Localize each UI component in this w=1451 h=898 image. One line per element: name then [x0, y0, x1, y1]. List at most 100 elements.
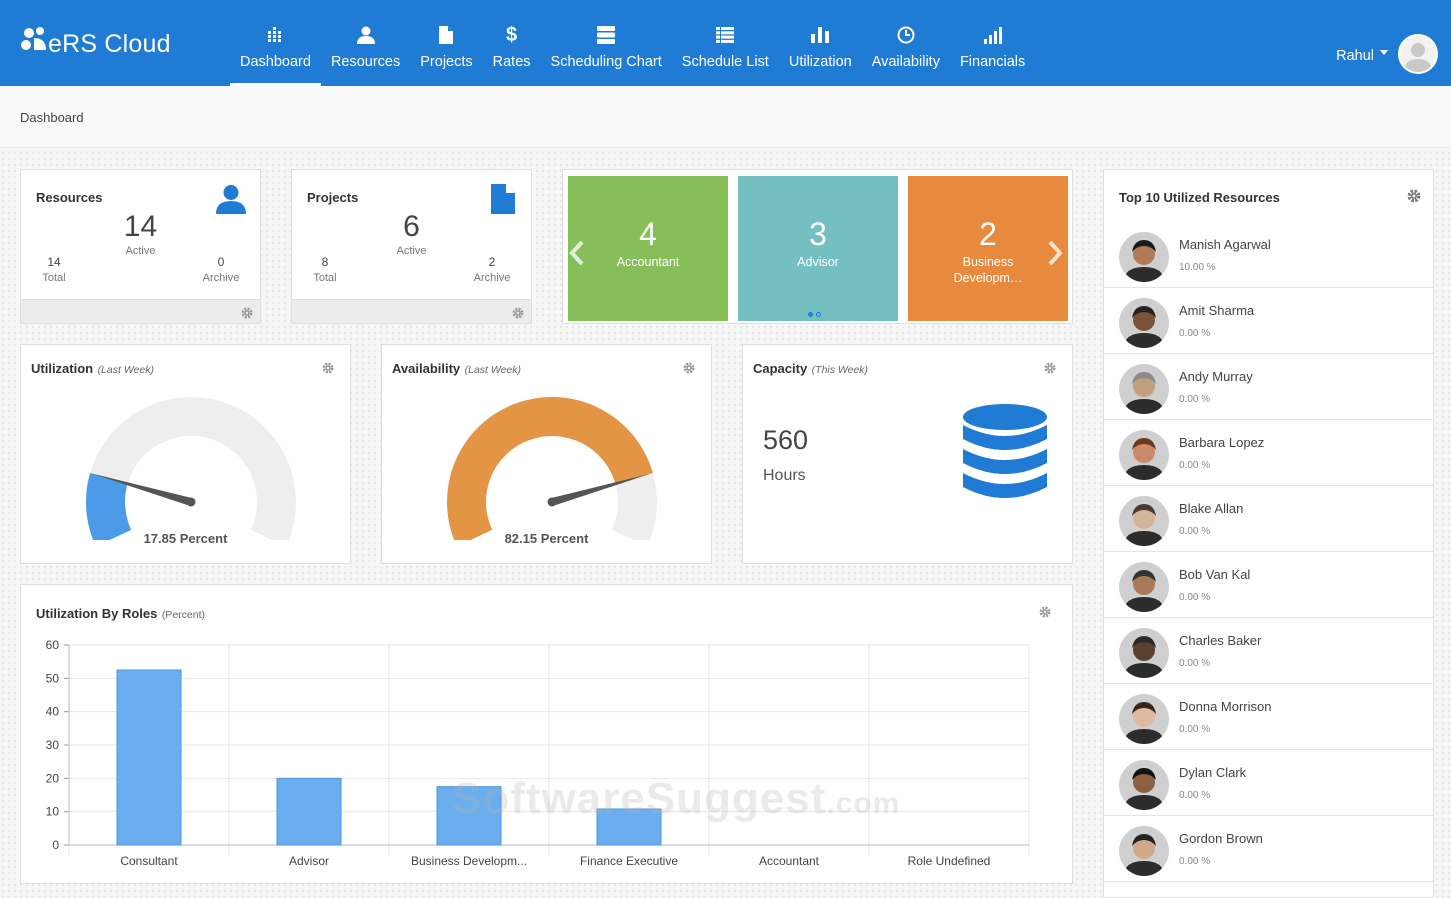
resource-list-item[interactable]: Manish Agarwal 10.00 % [1104, 222, 1433, 288]
resource-name[interactable]: Blake Allan [1179, 501, 1243, 516]
role-tile-accountant[interactable]: 4 Accountant [568, 176, 728, 321]
gear-icon[interactable] [1407, 189, 1421, 203]
bar[interactable] [596, 808, 662, 846]
utilization-value: 17.85 Percent [143, 531, 228, 546]
avatar[interactable] [1119, 496, 1169, 546]
resource-list-item[interactable]: Donna Morrison 0.00 % [1104, 684, 1433, 750]
resource-utilization-percent: 0.00 % [1179, 328, 1211, 339]
x-tick-label: Business Developm... [411, 854, 527, 868]
database-icon [961, 403, 1049, 508]
resource-utilization-percent: 0.00 % [1179, 394, 1211, 405]
bar[interactable] [276, 777, 342, 846]
gear-icon[interactable] [322, 361, 334, 374]
resource-list-item[interactable]: Andy Murray 0.00 % [1104, 354, 1433, 420]
role-count: 4 [639, 216, 657, 252]
nav-projects[interactable]: Projects [410, 0, 482, 86]
gear-icon[interactable] [241, 306, 253, 319]
resources-card-footer [21, 299, 260, 323]
resource-utilization-percent: 0.00 % [1179, 790, 1211, 801]
avatar[interactable] [1119, 760, 1169, 810]
resources-archive-label: Archive [202, 272, 240, 284]
resource-name[interactable]: Andy Murray [1179, 369, 1253, 384]
availability-title-text: Availability [392, 361, 461, 376]
breadcrumb[interactable]: Dashboard [20, 110, 84, 125]
carousel-prev-icon[interactable] [569, 240, 585, 271]
utilization-panel: Utilization (Last Week) 17.85 Percent [20, 344, 351, 564]
availability-panel: Availability (Last Week) 82.15 Percent [381, 344, 712, 564]
avatar[interactable] [1398, 34, 1438, 74]
nav-availability-label: Availability [871, 54, 940, 70]
role-tile-business-development[interactable]: 2 Business Developm… [908, 176, 1068, 321]
avatar[interactable] [1119, 232, 1169, 282]
resources-archive-count: 0 [217, 255, 225, 269]
user-menu[interactable]: Rahul [1336, 34, 1438, 74]
roles-chart-subtitle: (Percent) [161, 609, 205, 621]
avatar[interactable] [1119, 826, 1169, 876]
nav-availability[interactable]: Availability [862, 0, 950, 86]
nav-scheduling-chart[interactable]: Scheduling Chart [541, 0, 672, 86]
roles-chart-panel: Utilization By Roles (Percent) 0 10 20 30 40… [20, 584, 1073, 884]
nav-financials-label: Financials [959, 54, 1026, 70]
resource-name[interactable]: Amit Sharma [1179, 303, 1254, 318]
resource-list-item[interactable]: Charles Baker 0.00 % [1104, 618, 1433, 684]
projects-archive-count: 2 [488, 255, 496, 269]
y-tick-label: 0 [52, 838, 59, 852]
resource-list-item[interactable]: Dylan Clark 0.00 % [1104, 750, 1433, 816]
projects-active-count: 6 [403, 210, 420, 243]
avatar[interactable] [1119, 364, 1169, 414]
resource-list-item[interactable]: Gordon Brown 0.00 % [1104, 816, 1433, 882]
resource-list-item[interactable]: Amit Sharma 0.00 % [1104, 288, 1433, 354]
gear-icon[interactable] [683, 361, 695, 374]
resource-name[interactable]: Barbara Lopez [1179, 435, 1264, 450]
app-logo[interactable]: eRS Cloud [20, 22, 171, 66]
top-resources-title: Top 10 Utilized Resources [1119, 190, 1280, 205]
resource-name[interactable]: Gordon Brown [1179, 831, 1263, 846]
gear-icon[interactable] [512, 306, 524, 319]
bar[interactable] [436, 786, 502, 846]
projects-card-title: Projects [307, 190, 359, 205]
availability-value: 82.15 Percent [504, 531, 589, 546]
availability-title: Availability (Last Week) [392, 360, 521, 378]
utilization-gauge-hub [186, 497, 196, 507]
capacity-title-text: Capacity [753, 361, 808, 376]
carousel-next-icon[interactable] [1047, 240, 1063, 271]
server-icon [597, 24, 616, 46]
roles-carousel: 4 Accountant 3 Advisor 2 Business Develo… [562, 169, 1073, 324]
resource-utilization-percent: 0.00 % [1179, 724, 1211, 735]
avatar[interactable] [1119, 694, 1169, 744]
roles-chart-title-text: Utilization By Roles [36, 606, 158, 621]
gear-icon[interactable] [1044, 361, 1056, 374]
resource-name[interactable]: Bob Van Kal [1179, 567, 1250, 582]
resource-name[interactable]: Dylan Clark [1179, 765, 1246, 780]
resources-card-title: Resources [36, 190, 103, 205]
roles-bar-chart: 0 10 20 30 40 50 60 Consultant Advisor Business D… [46, 638, 1030, 868]
gear-icon[interactable] [1039, 605, 1051, 618]
nav-utilization-label: Utilization [788, 54, 852, 70]
utilization-gauge [86, 396, 296, 540]
utilization-title: Utilization (Last Week) [31, 360, 154, 378]
nav-financials[interactable]: Financials [950, 0, 1035, 86]
nav-resources[interactable]: Resources [321, 0, 410, 86]
resource-list-item[interactable]: Barbara Lopez 0.00 % [1104, 420, 1433, 486]
avatar[interactable] [1119, 430, 1169, 480]
nav-schedule-list[interactable]: Schedule List [672, 0, 779, 86]
resource-list-item[interactable]: Bob Van Kal 0.00 % [1104, 552, 1433, 618]
projects-archive-label: Archive [473, 272, 511, 284]
resource-name[interactable]: Donna Morrison [1179, 699, 1272, 714]
resource-name[interactable]: Charles Baker [1179, 633, 1261, 648]
avatar[interactable] [1119, 298, 1169, 348]
user-name: Rahul [1336, 48, 1374, 64]
nav-dashboard[interactable]: Dashboard [230, 0, 321, 86]
projects-card: Projects 6 Active 8 Total 2 Archive [291, 169, 532, 324]
resource-list-item[interactable]: Blake Allan 0.00 % [1104, 486, 1433, 552]
nav-utilization[interactable]: Utilization [779, 0, 862, 86]
resource-name[interactable]: Manish Agarwal [1179, 237, 1271, 252]
avatar[interactable] [1119, 562, 1169, 612]
carousel-dot[interactable] [816, 312, 821, 317]
bar[interactable] [116, 669, 182, 846]
capacity-title: Capacity (This Week) [753, 360, 868, 378]
nav-rates[interactable]: $ Rates [483, 0, 541, 86]
role-tile-advisor[interactable]: 3 Advisor [738, 176, 898, 321]
carousel-dot-active[interactable] [808, 312, 813, 317]
avatar[interactable] [1119, 628, 1169, 678]
